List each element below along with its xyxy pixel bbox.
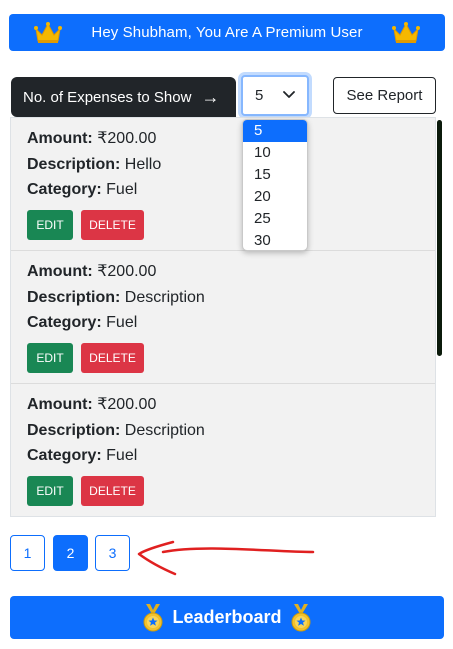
expense-description-row: Description: Description xyxy=(27,288,205,306)
expense-category-row: Category: Fuel xyxy=(27,447,138,464)
medal-icon xyxy=(290,603,312,632)
premium-banner-text: Hey Shubham, You Are A Premium User xyxy=(91,24,363,41)
edit-button[interactable]: EDIT xyxy=(27,209,73,240)
dropdown-option[interactable]: 10 xyxy=(243,142,307,164)
expense-description-row: Description: Hello xyxy=(27,155,162,173)
arrow-right-icon: → xyxy=(201,87,220,107)
expense-category-row: Category: Fuel xyxy=(27,181,138,198)
expense-description-row: Description: Description xyxy=(27,421,205,439)
expense-amount-row: Amount: ₹200.00 xyxy=(27,396,157,413)
delete-button[interactable]: DELETE xyxy=(81,475,144,506)
expense-description: Description xyxy=(124,421,205,439)
leaderboard-label: Leaderboard xyxy=(172,607,282,627)
expense-amount: ₹200.00 xyxy=(97,263,157,280)
expense-amount: ₹200.00 xyxy=(97,396,157,413)
crown-icon xyxy=(33,21,63,45)
expense-count-select-value: 5 xyxy=(255,87,264,104)
see-report-button[interactable]: See Report xyxy=(333,77,436,114)
expense-list[interactable]: Amount: ₹200.00 Description: Hello Categ… xyxy=(10,117,436,517)
edit-button[interactable]: EDIT xyxy=(27,342,73,373)
annotation-arrow-icon xyxy=(137,540,315,576)
page-button-2[interactable]: 2 xyxy=(53,535,88,571)
expense-category: Fuel xyxy=(106,181,138,198)
scrollbar-thumb[interactable] xyxy=(437,120,442,356)
page-button-1[interactable]: 1 xyxy=(10,535,45,571)
leaderboard-button[interactable]: Leaderboard xyxy=(10,596,444,639)
expense-amount-row: Amount: ₹200.00 xyxy=(27,263,157,280)
delete-button[interactable]: DELETE xyxy=(81,209,144,240)
expense-amount: ₹200.00 xyxy=(97,130,157,147)
expense-count-label: No. of Expenses to Show → xyxy=(11,77,236,117)
expense-count-label-text: No. of Expenses to Show xyxy=(23,88,192,106)
dropdown-option[interactable]: 5 xyxy=(243,120,307,142)
dropdown-option[interactable]: 20 xyxy=(243,186,307,208)
dropdown-option[interactable]: 25 xyxy=(243,208,307,230)
dropdown-option[interactable]: 30 xyxy=(243,230,307,250)
delete-button[interactable]: DELETE xyxy=(81,342,144,373)
expense-description: Hello xyxy=(124,155,162,173)
expense-description: Description xyxy=(124,288,205,306)
dropdown-option[interactable]: 15 xyxy=(243,164,307,186)
premium-banner: Hey Shubham, You Are A Premium User xyxy=(9,14,445,51)
expense-card: Amount: ₹200.00 Description: Description… xyxy=(11,251,435,384)
expense-card: Amount: ₹200.00 Description: Hello Categ… xyxy=(11,126,435,251)
expense-card: Amount: ₹200.00 Description: Description… xyxy=(11,384,435,516)
medal-icon xyxy=(142,603,164,632)
expense-count-select[interactable]: 5 xyxy=(241,75,309,116)
expense-category-row: Category: Fuel xyxy=(27,314,138,331)
chevron-down-icon xyxy=(283,91,295,98)
expense-category: Fuel xyxy=(106,447,138,464)
expense-amount-row: Amount: ₹200.00 xyxy=(27,130,157,147)
expense-count-dropdown[interactable]: 5 10 15 20 25 30 xyxy=(242,119,308,251)
edit-button[interactable]: EDIT xyxy=(27,475,73,506)
crown-icon xyxy=(391,21,421,45)
page-button-3[interactable]: 3 xyxy=(95,535,130,571)
expense-category: Fuel xyxy=(106,314,138,331)
